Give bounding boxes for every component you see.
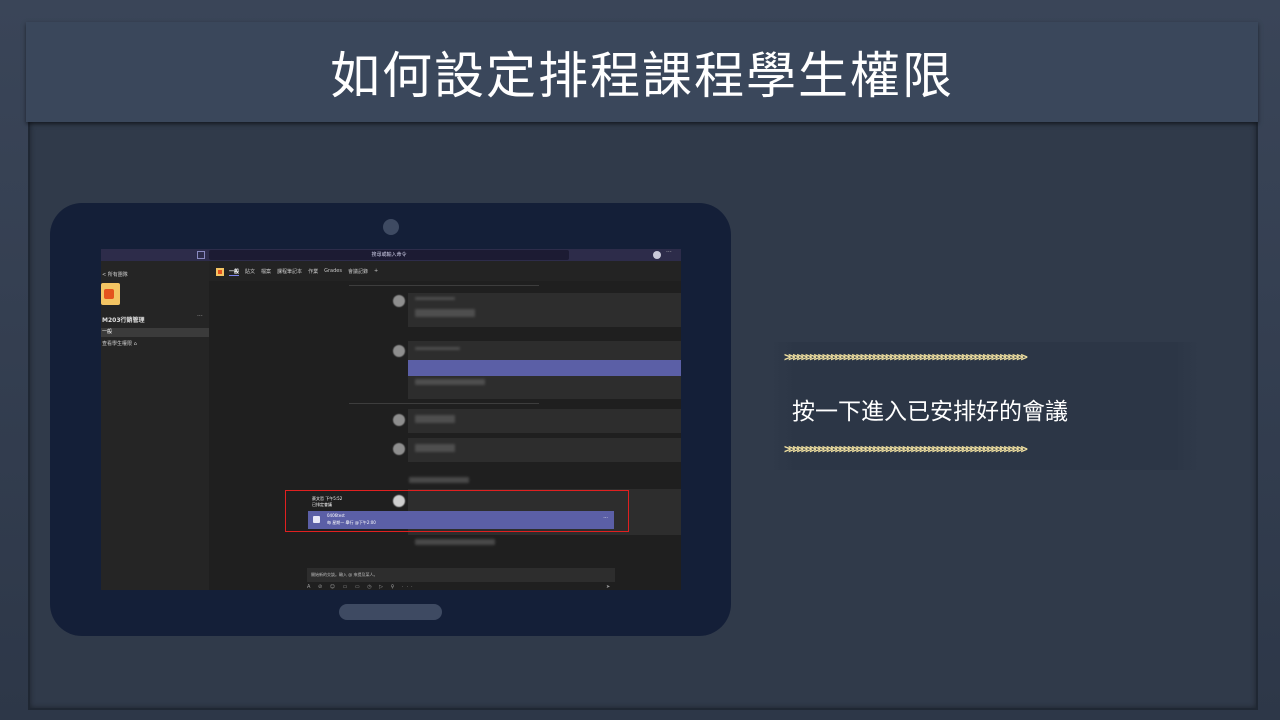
- slide-title: 如何設定排程課程學生權限: [330, 47, 954, 105]
- blurred-text: [415, 415, 455, 423]
- team-icon: [101, 283, 120, 305]
- send-icon[interactable]: ➤: [606, 584, 610, 590]
- avatar[interactable]: [653, 251, 661, 259]
- tab-notebook[interactable]: 課程筆記本: [277, 268, 302, 276]
- date-divider: [349, 403, 539, 404]
- tab-files[interactable]: 檔案: [261, 268, 271, 276]
- search-input[interactable]: 搜尋或輸入命令: [209, 250, 569, 260]
- avatar: [393, 295, 405, 307]
- date-divider: [349, 285, 539, 286]
- add-tab-button[interactable]: +: [374, 268, 378, 276]
- blurred-text: [415, 347, 460, 350]
- channel-other[interactable]: 查看學生權限 ⌂: [102, 340, 137, 347]
- back-to-teams-link[interactable]: < 所有團隊: [102, 271, 128, 278]
- channel-tabs: 一般 貼文 檔案 課程筆記本 作業 Grades 會議記錄 +: [229, 268, 378, 276]
- team-more-button[interactable]: ···: [197, 313, 203, 320]
- teams-topbar: 搜尋或輸入命令 ···: [101, 249, 681, 261]
- blurred-text: [415, 309, 475, 317]
- team-name: M203行銷管理: [102, 317, 145, 324]
- avatar: [393, 414, 405, 426]
- channel-icon: [216, 268, 224, 276]
- home-button: [339, 604, 442, 620]
- tab-meeting-records[interactable]: 會議記錄: [348, 268, 368, 276]
- teams-sidebar: < 所有團隊 M203行銷管理 ··· 一般 查看學生權限 ⌂: [101, 261, 209, 590]
- avatar: [393, 345, 405, 357]
- tab-posts[interactable]: 貼文: [245, 268, 255, 276]
- compose-icon[interactable]: [197, 251, 205, 259]
- avatar: [393, 443, 405, 455]
- instruction-text: 按一下進入已安排好的會議: [792, 399, 1068, 425]
- blurred-text: [409, 477, 469, 483]
- arrow-decoration-bottom: >>>>>>>>>>>>>>>>>>>>>>>>>>>>>>>>>>>>>>>>…: [784, 442, 1028, 456]
- meeting-card[interactable]: [408, 360, 681, 376]
- channel-header: 一般 貼文 檔案 課程筆記本 作業 Grades 會議記錄 +: [209, 261, 681, 281]
- tablet-device: 搜尋或輸入命令 ··· < 所有團隊 M203行銷管理 ··· 一般 查看學生權…: [50, 203, 731, 636]
- blurred-text: [415, 379, 485, 385]
- title-bar: 如何設定排程課程學生權限: [26, 22, 1258, 122]
- blurred-text: [415, 444, 455, 452]
- channel-general[interactable]: 一般: [101, 328, 209, 337]
- teams-screenshot: 搜尋或輸入命令 ··· < 所有團隊 M203行銷管理 ··· 一般 查看學生權…: [101, 249, 681, 590]
- more-icon[interactable]: ···: [666, 249, 672, 256]
- composer-toolbar[interactable]: A ⊘ ☺ ▭ ▭ ◷ ▷ ♀ ···: [307, 584, 416, 590]
- blurred-text: [415, 297, 455, 300]
- tab-general[interactable]: 一般: [229, 268, 240, 276]
- conversation-feed: [209, 281, 681, 590]
- instruction-callout: >>>>>>>>>>>>>>>>>>>>>>>>>>>>>>>>>>>>>>>>…: [770, 342, 1200, 470]
- tab-grades[interactable]: Grades: [324, 268, 342, 276]
- camera-icon: [383, 219, 399, 235]
- compose-input[interactable]: 開始新的交談。輸入 @ 來提及某人。: [307, 568, 615, 582]
- blurred-text: [415, 539, 495, 545]
- tab-assignments[interactable]: 作業: [308, 268, 318, 276]
- highlight-box: [285, 490, 629, 532]
- arrow-decoration-top: >>>>>>>>>>>>>>>>>>>>>>>>>>>>>>>>>>>>>>>>…: [784, 350, 1028, 364]
